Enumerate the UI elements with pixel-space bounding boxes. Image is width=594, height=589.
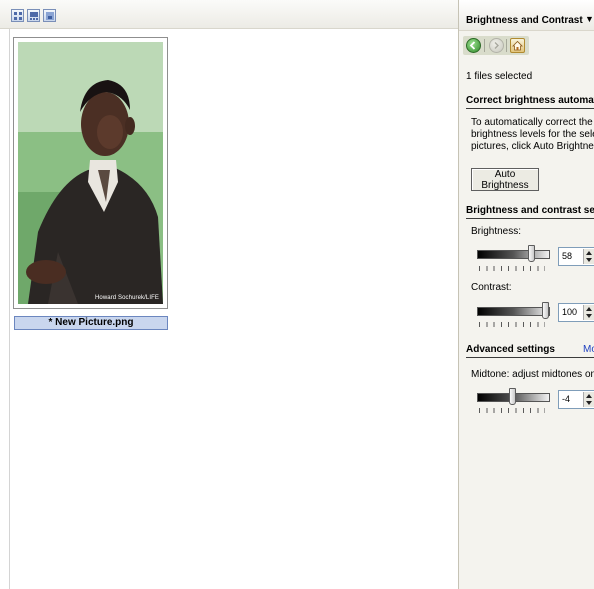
contrast-spin-arrows-icon[interactable] (583, 305, 594, 320)
midtone-value: -4 (562, 394, 571, 404)
pane-divider (9, 29, 10, 589)
filmstrip-view-icon[interactable] (27, 9, 40, 22)
brightness-slider-thumb[interactable] (528, 245, 535, 262)
files-selected-text: 1 files selected (466, 71, 533, 82)
auto-description-line-2: brightness levels for the selected (471, 129, 594, 140)
portrait-photo: Howard Sochurek/LIFE (18, 42, 163, 304)
brightness-slider-track[interactable] (477, 250, 550, 259)
thumbnails-view-icon[interactable] (11, 9, 24, 22)
view-toolbar (0, 0, 458, 29)
thumbnail-caption[interactable]: * New Picture.png (14, 316, 168, 330)
picture-thumbnail[interactable]: Howard Sochurek/LIFE (13, 37, 168, 309)
midtone-spin-arrows-icon[interactable] (583, 392, 594, 407)
midtone-slider-ticks (479, 408, 545, 413)
section-divider (466, 218, 594, 219)
contrast-spinner[interactable]: 100 (558, 303, 594, 322)
settings-section-title: Brightness and contrast settings (466, 205, 594, 216)
brightness-spinner[interactable]: 58 (558, 247, 594, 266)
brightness-label: Brightness: (471, 226, 522, 237)
midtone-spinner[interactable]: -4 (558, 390, 594, 409)
task-pane: Brightness and Contrast ▼ 1 files select… (458, 0, 594, 589)
brightness-value: 58 (562, 251, 573, 261)
auto-correct-section-title: Correct brightness automatically (466, 95, 594, 106)
thumbnail-pane: Howard Sochurek/LIFE * New Picture.png (0, 0, 458, 589)
task-pane-nav (463, 36, 529, 55)
task-pane-header: Brightness and Contrast ▼ (459, 0, 594, 31)
single-picture-view-icon[interactable] (43, 9, 56, 22)
contrast-slider-thumb[interactable] (542, 302, 549, 319)
contrast-label: Contrast: (471, 282, 512, 293)
photo-credit: Howard Sochurek/LIFE (94, 295, 159, 301)
auto-description-line-3: pictures, click Auto Brightness. (471, 141, 594, 152)
section-divider (466, 108, 594, 109)
contrast-slider-track[interactable] (477, 307, 550, 316)
more-link[interactable]: Mo (583, 344, 594, 355)
forward-icon[interactable] (489, 38, 504, 53)
advanced-section-title: Advanced settings (466, 344, 555, 355)
home-icon[interactable] (510, 38, 525, 53)
task-pane-title: Brightness and Contrast (466, 15, 583, 26)
contrast-value: 100 (562, 307, 578, 317)
midtone-label: Midtone: adjust midtones only (471, 369, 594, 380)
brightness-slider-ticks (479, 266, 545, 271)
section-divider (466, 357, 594, 358)
task-pane-dropdown-icon[interactable]: ▼ (585, 14, 594, 24)
auto-brightness-button[interactable]: Auto Brightness (471, 168, 539, 191)
brightness-spin-arrows-icon[interactable] (583, 249, 594, 264)
midtone-slider-thumb[interactable] (509, 388, 516, 405)
contrast-slider-ticks (479, 322, 545, 327)
back-icon[interactable] (466, 38, 481, 53)
auto-description-line-1: To automatically correct the (471, 117, 593, 128)
